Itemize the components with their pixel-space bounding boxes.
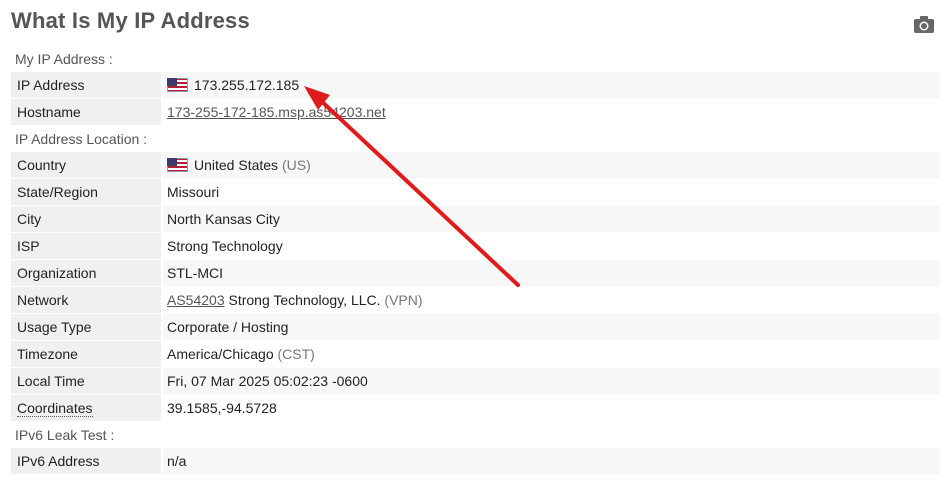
row-isp: ISP Strong Technology (11, 233, 940, 259)
row-network: Network AS54203 Strong Technology, LLC. … (11, 287, 940, 313)
row-country: Country United States (US) (11, 152, 940, 178)
network-label: Network (11, 287, 161, 313)
row-state: State/Region Missouri (11, 179, 940, 205)
state-label: State/Region (11, 179, 161, 205)
row-coordinates: Coordinates 39.1585,-94.5728 (11, 395, 940, 421)
row-organization: Organization STL-MCI (11, 260, 940, 286)
row-timezone: Timezone America/Chicago (CST) (11, 341, 940, 367)
organization-value: STL-MCI (163, 260, 940, 286)
ipv6-address-label: IPv6 Address (11, 448, 161, 474)
row-usage-type: Usage Type Corporate / Hosting (11, 314, 940, 340)
country-code: (US) (281, 157, 311, 173)
ip-info-table: My IP Address : IP Address 173.255.172.1… (11, 46, 940, 475)
network-tag: (VPN) (384, 292, 423, 308)
city-value: North Kansas City (163, 206, 940, 232)
row-ipv6-address: IPv6 Address n/a (11, 448, 940, 474)
network-name: Strong Technology, LLC. (228, 292, 381, 308)
ip-address-label: IP Address (11, 72, 161, 98)
hostname-label: Hostname (11, 99, 161, 125)
row-city: City North Kansas City (11, 206, 940, 232)
ip-address-value: 173.255.172.185 (194, 77, 300, 93)
isp-label: ISP (11, 233, 161, 259)
us-flag-icon (167, 78, 188, 92)
local-time-value: Fri, 07 Mar 2025 05:02:23 -0600 (163, 368, 940, 394)
ipv6-address-value: n/a (163, 448, 940, 474)
isp-value: Strong Technology (163, 233, 940, 259)
usage-type-label: Usage Type (11, 314, 161, 340)
timezone-label: Timezone (11, 341, 161, 367)
row-hostname: Hostname 173-255-172-185.msp.as54203.net (11, 99, 940, 125)
section-location: IP Address Location : (11, 126, 940, 152)
timezone-abbr: (CST) (277, 346, 315, 362)
organization-label: Organization (11, 260, 161, 286)
section-ipv6: IPv6 Leak Test : (11, 422, 940, 448)
ip-address-value-cell: 173.255.172.185 (163, 72, 940, 98)
country-value: United States (194, 157, 279, 173)
coordinates-value: 39.1585,-94.5728 (163, 395, 940, 421)
us-flag-icon (167, 158, 188, 172)
camera-icon[interactable] (913, 15, 935, 34)
page-title: What Is My IP Address (11, 8, 250, 33)
usage-type-value: Corporate / Hosting (163, 314, 940, 340)
local-time-label: Local Time (11, 368, 161, 394)
row-local-time: Local Time Fri, 07 Mar 2025 05:02:23 -06… (11, 368, 940, 394)
timezone-value: America/Chicago (167, 346, 274, 362)
state-value: Missouri (163, 179, 940, 205)
country-label: Country (11, 152, 161, 178)
row-ip-address: IP Address 173.255.172.185 (11, 72, 940, 98)
network-asn-link[interactable]: AS54203 (167, 292, 225, 308)
city-label: City (11, 206, 161, 232)
coordinates-label[interactable]: Coordinates (17, 400, 93, 417)
hostname-link[interactable]: 173-255-172-185.msp.as54203.net (167, 104, 386, 120)
section-my-ip: My IP Address : (11, 46, 940, 72)
